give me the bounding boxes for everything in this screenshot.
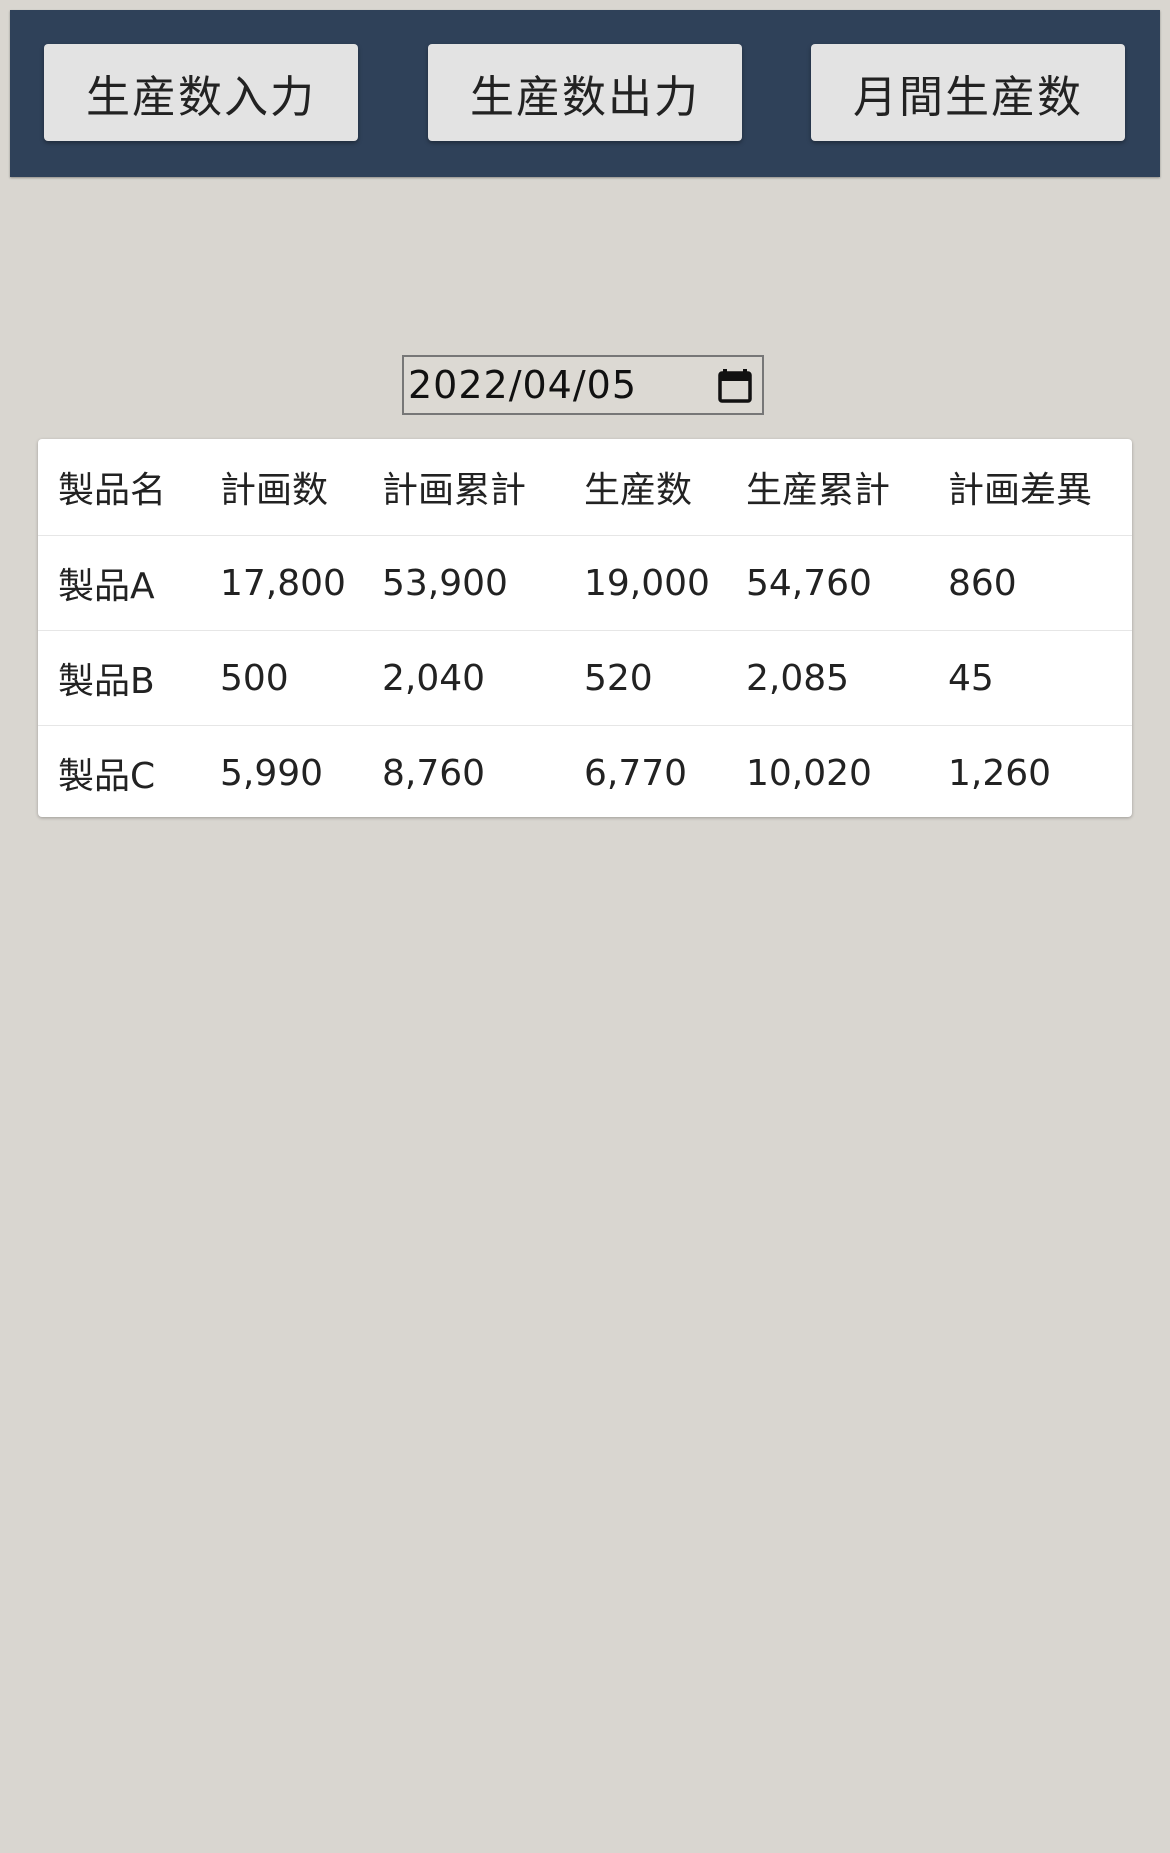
cell-produced-qty: 6,770 [564, 725, 726, 817]
production-table-card: 製品名 計画数 計画累計 生産数 生産累計 計画差異 製品A 17,800 53… [38, 439, 1132, 817]
header-produced-cumulative: 生産累計 [746, 470, 891, 511]
table-header-row: 製品名 計画数 計画累計 生産数 生産累計 計画差異 [38, 439, 1132, 536]
table-row: 製品C 5,990 8,760 6,770 10,020 1,260 [38, 725, 1132, 817]
table-row: 製品A 17,800 53,900 19,000 54,760 860 [38, 535, 1132, 631]
cell-planned-cumulative: 8,760 [362, 725, 564, 817]
production-table: 製品名 計画数 計画累計 生産数 生産累計 計画差異 製品A 17,800 53… [38, 439, 1132, 817]
date-value: 2022/04/05 [408, 363, 638, 407]
cell-planned-qty: 5,990 [200, 725, 362, 817]
cell-planned-qty: 17,800 [200, 535, 362, 631]
header-planned-cumulative: 計画累計 [382, 470, 527, 511]
header-plan-variance: 計画差異 [948, 470, 1093, 511]
cell-planned-cumulative: 2,040 [362, 630, 564, 726]
cell-produced-cumulative: 2,085 [726, 630, 928, 726]
cell-produced-qty: 520 [564, 630, 726, 726]
header-planned-qty: 計画数 [220, 470, 329, 511]
cell-produced-cumulative: 10,020 [726, 725, 928, 817]
table-row: 製品B 500 2,040 520 2,085 45 [38, 630, 1132, 726]
header-product-name: 製品名 [58, 470, 167, 511]
top-nav-bar: 生産数入力 生産数出力 月間生産数 [10, 10, 1160, 177]
production-output-button[interactable]: 生産数出力 [428, 44, 742, 141]
header-produced-qty: 生産数 [584, 470, 693, 511]
monthly-production-button[interactable]: 月間生産数 [811, 44, 1125, 141]
cell-planned-qty: 500 [200, 630, 362, 726]
cell-planned-cumulative: 53,900 [362, 535, 564, 631]
cell-plan-variance: 45 [928, 630, 1132, 726]
cell-plan-variance: 860 [928, 535, 1132, 631]
cell-product-name: 製品C [38, 725, 200, 817]
production-input-button[interactable]: 生産数入力 [44, 44, 358, 141]
calendar-icon[interactable] [718, 367, 752, 403]
cell-plan-variance: 1,260 [928, 725, 1132, 817]
cell-product-name: 製品B [38, 630, 200, 726]
cell-produced-cumulative: 54,760 [726, 535, 928, 631]
cell-produced-qty: 19,000 [564, 535, 726, 631]
date-input[interactable]: 2022/04/05 [402, 355, 764, 415]
cell-product-name: 製品A [38, 535, 200, 631]
